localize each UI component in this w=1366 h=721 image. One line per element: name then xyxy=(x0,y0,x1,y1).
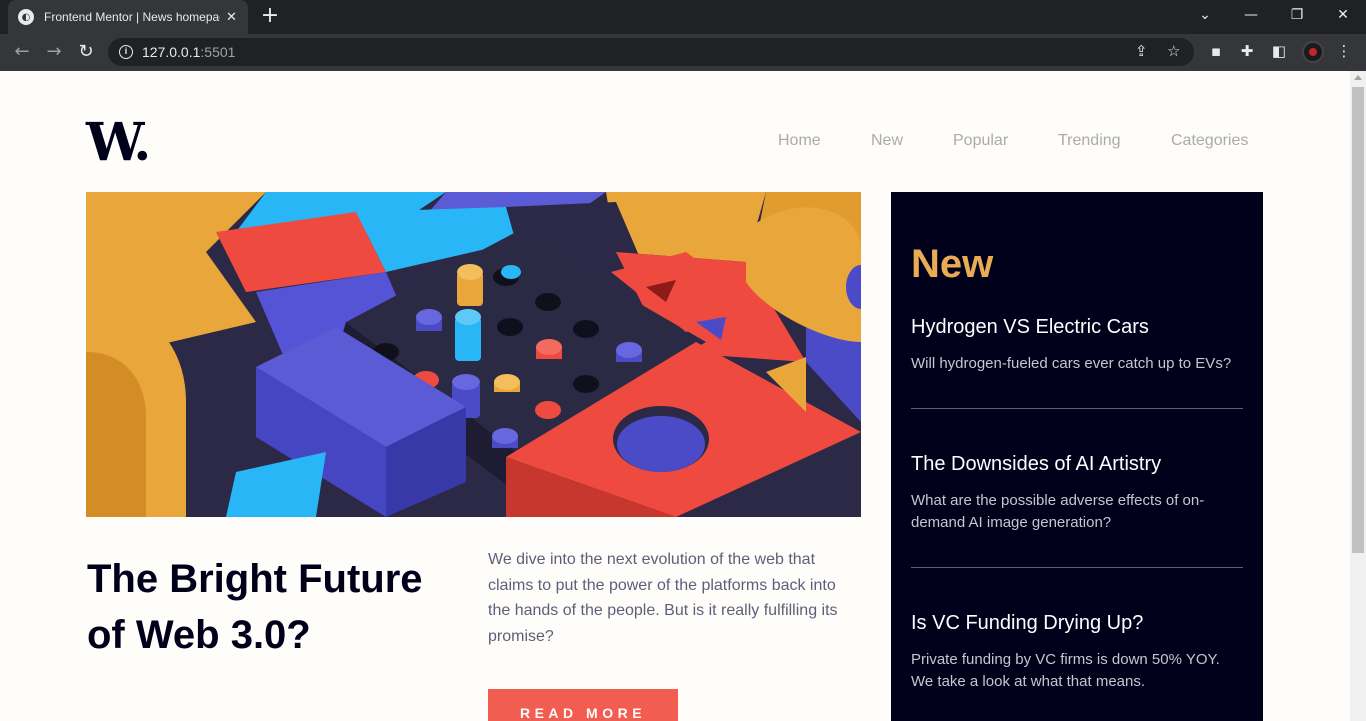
divider xyxy=(911,408,1243,409)
browser-toolbar: ← → ↻ i 127.0.0.1:5501 ⇪ ☆ ▪ ✚ ◧ ⋮ xyxy=(0,34,1366,71)
extension-icon[interactable]: ▪ xyxy=(1206,42,1226,60)
sidebar-article-title[interactable]: Hydrogen VS Electric Cars xyxy=(911,316,1243,339)
favicon-icon: ◐ xyxy=(18,9,34,25)
address-bar[interactable]: i 127.0.0.1:5501 ⇪ ☆ xyxy=(108,38,1194,66)
sidebar-article-title[interactable]: The Downsides of AI Artistry xyxy=(911,453,1243,476)
reload-button[interactable]: ↻ xyxy=(73,39,99,65)
nav-link-popular[interactable]: Popular xyxy=(953,132,1008,150)
share-icon[interactable]: ⇪ xyxy=(1135,42,1148,60)
forward-button[interactable]: → xyxy=(41,39,67,65)
back-button[interactable]: ← xyxy=(9,39,35,65)
browser-tab[interactable]: ◐ Frontend Mentor | News homepage ✕ xyxy=(8,0,248,34)
site-info-icon[interactable]: i xyxy=(119,45,133,59)
new-articles-sidebar: New Hydrogen VS Electric Cars Will hydro… xyxy=(891,192,1263,721)
new-tab-button[interactable]: + xyxy=(258,4,282,28)
site-logo[interactable]: W. xyxy=(86,117,151,169)
side-panel-icon[interactable]: ◧ xyxy=(1269,42,1289,60)
scroll-up-arrow-icon[interactable] xyxy=(1354,75,1362,80)
read-more-button[interactable]: READ MORE xyxy=(488,689,678,721)
tab-search-button[interactable]: ⌄ xyxy=(1182,0,1228,30)
sidebar-article: Is VC Funding Drying Up? Private funding… xyxy=(911,612,1243,693)
url-text[interactable]: 127.0.0.1:5501 xyxy=(142,44,235,60)
close-tab-icon[interactable]: ✕ xyxy=(226,10,237,25)
tab-title: Frontend Mentor | News homepage xyxy=(44,10,220,24)
vertical-scrollbar[interactable] xyxy=(1350,71,1366,721)
extensions-puzzle-icon[interactable]: ✚ xyxy=(1237,42,1257,60)
hero-image xyxy=(86,192,861,517)
nav-link-categories[interactable]: Categories xyxy=(1171,132,1248,150)
menu-kebab-icon[interactable]: ⋮ xyxy=(1334,42,1354,60)
sidebar-article-title[interactable]: Is VC Funding Drying Up? xyxy=(911,612,1243,635)
page-viewport: W. Home New Popular Trending Categories xyxy=(0,71,1350,721)
sidebar-article-text: What are the possible adverse effects of… xyxy=(911,492,1205,531)
bookmark-star-icon[interactable]: ☆ xyxy=(1167,42,1180,60)
sidebar-article: Hydrogen VS Electric Cars Will hydrogen-… xyxy=(911,316,1243,375)
tab-strip: ◐ Frontend Mentor | News homepage ✕ + ⌄ … xyxy=(0,0,1366,34)
article-description: We dive into the next evolution of the w… xyxy=(488,551,838,645)
nav-link-trending[interactable]: Trending xyxy=(1058,132,1121,150)
sidebar-article-text: Will hydrogen-fueled cars ever catch up … xyxy=(911,355,1232,372)
scrollbar-thumb[interactable] xyxy=(1352,87,1364,553)
sidebar-title: New xyxy=(911,242,994,286)
nav-link-home[interactable]: Home xyxy=(778,132,821,150)
restore-button[interactable]: ❐ xyxy=(1274,0,1320,30)
profile-avatar[interactable] xyxy=(1302,41,1324,63)
minimize-button[interactable]: — xyxy=(1228,0,1274,30)
article-headline: The Bright Future of Web 3.0? xyxy=(87,557,423,657)
close-window-button[interactable]: ✕ xyxy=(1320,0,1366,30)
sidebar-article-text: Private funding by VC firms is down 50% … xyxy=(911,651,1220,690)
sidebar-article: The Downsides of AI Artistry What are th… xyxy=(911,453,1243,534)
nav-link-new[interactable]: New xyxy=(871,132,903,150)
divider xyxy=(911,567,1243,568)
